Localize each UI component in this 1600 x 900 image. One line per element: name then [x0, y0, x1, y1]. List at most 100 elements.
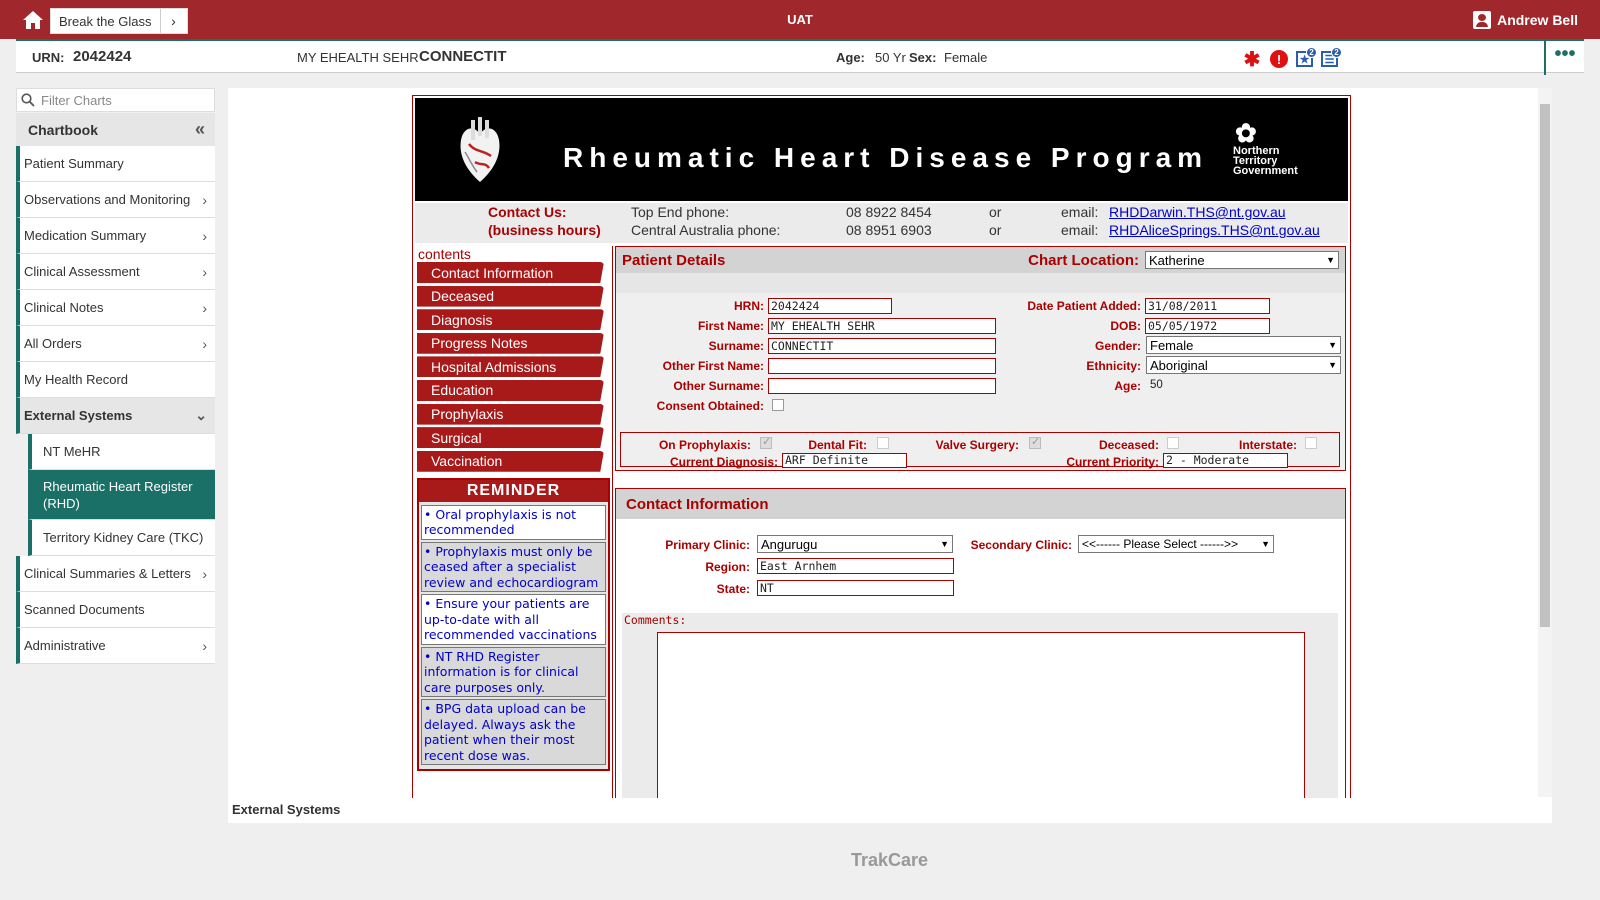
contact-us-strip: Contact Us: (business hours) Top End pho…: [415, 203, 1348, 243]
sidebar-item-nt-mehr[interactable]: NT MeHR: [28, 434, 215, 470]
reminder-item: • NT RHD Register information is for cli…: [421, 646, 606, 698]
chevron-right-icon: ›: [202, 565, 207, 582]
vertical-scrollbar[interactable]: [1538, 88, 1552, 797]
tab-education[interactable]: Education: [417, 379, 604, 401]
sidebar-item-clinical-summaries[interactable]: Clinical Summaries & Letters ›: [16, 556, 215, 592]
hrn-field[interactable]: 2042424: [768, 298, 892, 314]
dob-field[interactable]: 05/05/1972: [1145, 318, 1270, 334]
current-diagnosis-field[interactable]: ARF Definite: [782, 453, 907, 468]
age-value: 50: [1150, 379, 1163, 391]
environment-label: UAT: [787, 12, 813, 27]
user-menu[interactable]: Andrew Bell: [1473, 11, 1578, 29]
other-surname-field[interactable]: [768, 378, 996, 394]
current-priority-field[interactable]: 2 - Moderate: [1163, 453, 1288, 468]
diagnosis-summary-box: On Prophylaxis: Dental Fit: Valve Surger…: [620, 432, 1340, 469]
chartbook-header: Chartbook «: [16, 113, 215, 146]
chevron-right-icon: ›: [202, 191, 207, 208]
chart-location-select[interactable]: Katherine ▼: [1145, 251, 1339, 269]
details-subheader: [616, 273, 1345, 293]
break-the-glass-button[interactable]: Break the Glass ›: [50, 8, 188, 34]
medical-alert-icon[interactable]: ✱: [1242, 49, 1262, 71]
top-end-label: Top End phone:: [631, 204, 730, 220]
secondary-clinic-select[interactable]: <<------ Please Select ------>> ▼: [1078, 535, 1274, 553]
surname-label: Surname:: [708, 339, 764, 353]
warning-icon[interactable]: !: [1270, 50, 1288, 68]
age-label: Age:: [1114, 379, 1141, 393]
tab-hospital-admissions[interactable]: Hospital Admissions: [417, 356, 604, 378]
sidebar-item-label: NT MeHR: [43, 444, 101, 459]
user-name: Andrew Bell: [1497, 12, 1578, 28]
chart-location-value: Katherine: [1149, 252, 1205, 268]
consent-obtained-checkbox[interactable]: [772, 399, 784, 411]
business-hours-label: (business hours): [488, 222, 601, 238]
other-first-name-label: Other First Name:: [662, 359, 764, 373]
filter-charts-input[interactable]: Filter Charts: [16, 88, 215, 112]
patient-family-name: CONNECTIT: [419, 48, 507, 65]
sidebar-item-label: Clinical Assessment: [24, 264, 140, 279]
chart-location-label: Chart Location:: [1028, 251, 1139, 269]
sidebar-item-scanned-documents[interactable]: Scanned Documents: [16, 592, 215, 628]
age-value: 50 Yr: [875, 50, 906, 65]
sidebar-item-observations[interactable]: Observations and Monitoring ›: [16, 182, 215, 218]
patient-alert-icons: ✱ ! ★ 2 ☰ 2: [1242, 47, 1342, 71]
sidebar-item-label: Administrative: [24, 638, 106, 653]
surname-field[interactable]: CONNECTIT: [768, 338, 996, 354]
email-label: email:: [1061, 204, 1099, 220]
tab-vaccination[interactable]: Vaccination: [417, 450, 604, 472]
gender-select[interactable]: Female ▼: [1146, 336, 1341, 354]
sidebar-item-my-health-record[interactable]: My Health Record: [16, 362, 215, 398]
chevron-right-icon[interactable]: ›: [161, 13, 187, 29]
chevron-down-icon: ▼: [1261, 539, 1270, 549]
sidebar-item-all-orders[interactable]: All Orders ›: [16, 326, 215, 362]
comments-section: Comments:: [622, 613, 1338, 798]
ethnicity-select[interactable]: Aboriginal ▼: [1146, 356, 1341, 374]
tab-prophylaxis[interactable]: Prophylaxis: [417, 403, 604, 425]
primary-clinic-select[interactable]: Angurugu ▼: [757, 535, 953, 553]
or-text: or: [989, 222, 1002, 238]
sidebar-item-medication-summary[interactable]: Medication Summary ›: [16, 218, 215, 254]
sidebar-item-label: Clinical Notes: [24, 300, 104, 315]
primary-clinic-value: Angurugu: [761, 536, 818, 552]
home-icon[interactable]: [22, 9, 44, 31]
card-list-icon[interactable]: ☰ 2: [1321, 47, 1342, 67]
chevron-down-icon: ▼: [940, 539, 949, 549]
sidebar-item-label: Patient Summary: [24, 156, 124, 171]
sex-label: Sex:: [909, 50, 937, 65]
central-label: Central Australia phone:: [631, 222, 781, 238]
sidebar-item-rhd[interactable]: Rheumatic Heart Register (RHD): [28, 470, 215, 520]
other-first-name-field[interactable]: [768, 358, 996, 374]
deceased-checkbox: [1167, 437, 1179, 449]
sidebar-item-patient-summary[interactable]: Patient Summary: [16, 146, 215, 182]
tab-surgical[interactable]: Surgical: [417, 427, 604, 449]
tab-diagnosis[interactable]: Diagnosis: [417, 309, 604, 331]
state-field[interactable]: NT: [757, 580, 954, 596]
email-darwin-link[interactable]: RHDDarwin.THS@nt.gov.au: [1109, 204, 1286, 220]
first-name-field[interactable]: MY EHEALTH SEHR: [768, 318, 996, 334]
email-alice-springs-link[interactable]: RHDAliceSprings.THS@nt.gov.au: [1109, 222, 1320, 238]
contact-information-title: Contact Information: [616, 489, 1345, 519]
ethnicity-label: Ethnicity:: [1086, 359, 1141, 373]
patient-details-header: Patient Details Chart Location: Katherin…: [616, 247, 1345, 273]
reminder-item: • Ensure your patients are up-to-date wi…: [421, 594, 606, 645]
collapse-icon[interactable]: «: [195, 119, 205, 140]
sidebar-item-clinical-notes[interactable]: Clinical Notes ›: [16, 290, 215, 326]
region-field[interactable]: East Arnhem: [757, 558, 954, 574]
tab-contact-information[interactable]: Contact Information: [417, 262, 604, 283]
comments-textarea[interactable]: [657, 632, 1305, 798]
star-list-icon[interactable]: ★ 2: [1296, 47, 1317, 67]
scrollbar-thumb[interactable]: [1540, 104, 1550, 627]
tab-progress-notes[interactable]: Progress Notes: [417, 332, 604, 354]
urn-value: 2042424: [73, 48, 132, 65]
top-bar: Break the Glass › UAT Andrew Bell: [0, 0, 1600, 39]
sidebar-item-clinical-assessment[interactable]: Clinical Assessment ›: [16, 254, 215, 290]
more-options-icon[interactable]: •••: [1544, 39, 1584, 75]
sidebar-item-tkc[interactable]: Territory Kidney Care (TKC): [28, 520, 215, 556]
first-name-label: First Name:: [697, 319, 764, 333]
program-title: Rheumatic Heart Disease Program: [563, 142, 1209, 173]
chevron-down-icon: ▼: [1326, 255, 1335, 265]
sidebar-item-administrative[interactable]: Administrative ›: [16, 628, 215, 664]
tab-deceased[interactable]: Deceased: [417, 285, 604, 307]
date-added-field[interactable]: 31/08/2011: [1145, 298, 1270, 314]
sidebar-item-label: Clinical Summaries & Letters: [24, 566, 191, 581]
sidebar-item-external-systems[interactable]: External Systems ⌄: [16, 398, 215, 434]
